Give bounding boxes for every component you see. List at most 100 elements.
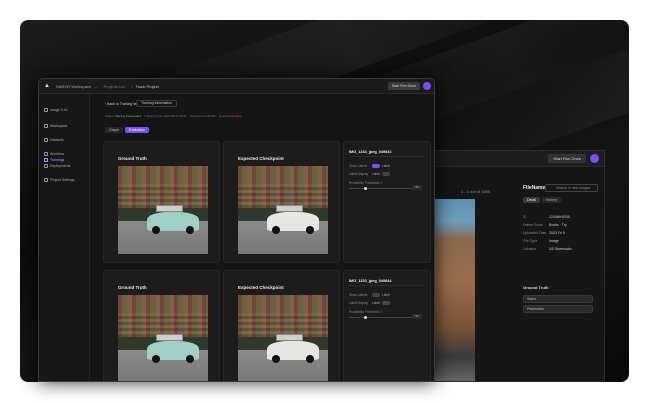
breadcrumb-current: Truck Project bbox=[135, 83, 159, 89]
avatar[interactable] bbox=[423, 82, 431, 90]
dataset-icon bbox=[44, 138, 48, 142]
ground-truth-image[interactable] bbox=[118, 295, 208, 381]
row-key: ID bbox=[523, 215, 527, 219]
ground-truth-card: Ground Truth bbox=[103, 141, 220, 263]
card-title: Expected Checkpoint bbox=[238, 285, 284, 290]
time-value: 2023-08-24 10:11 bbox=[163, 114, 187, 118]
file-detail-panel: FileName Search in new images Detail His… bbox=[523, 184, 601, 381]
row-key: Location bbox=[523, 247, 537, 251]
slider-handle[interactable] bbox=[364, 316, 367, 319]
sidebar-item-workflow[interactable]: Workflow bbox=[44, 152, 64, 156]
label-display-value: Label bbox=[372, 172, 380, 176]
row-key: File Type bbox=[523, 239, 538, 243]
main-window: ▲ HARVO Workspace ⌄ Projects List / Truc… bbox=[38, 78, 435, 382]
main-content: ‹ Back to Training list Training Informa… bbox=[91, 94, 434, 381]
show-labels-toggle[interactable] bbox=[372, 293, 380, 297]
threshold-slider[interactable] bbox=[349, 188, 414, 189]
search-input[interactable]: Search in new images bbox=[545, 184, 598, 192]
status-label: Status bbox=[105, 114, 114, 118]
image-icon bbox=[44, 108, 48, 112]
back-link[interactable]: ‹ Back to Training list bbox=[105, 102, 137, 106]
avatar[interactable] bbox=[590, 154, 599, 163]
acc-value: 85.8% bbox=[207, 114, 216, 118]
toggle-label: Label bbox=[382, 293, 390, 297]
checkpoint-image[interactable] bbox=[238, 166, 328, 254]
back-window: Start Run Once 1 - 1 out of 1000 FileNam… bbox=[412, 150, 605, 382]
view-toggle: Graph Evaluation bbox=[105, 127, 150, 133]
checkpoint-card: Expected Checkpoint bbox=[223, 270, 340, 381]
show-labels-label: Show Labels bbox=[349, 293, 368, 297]
label-display-toggle[interactable] bbox=[382, 172, 390, 176]
threshold-slider[interactable] bbox=[349, 317, 414, 318]
label-display-label: Label Display bbox=[349, 301, 369, 305]
detail-row: Location US Streetcabs bbox=[523, 245, 601, 253]
sidebar-item-workspace[interactable]: Workspace bbox=[44, 124, 67, 128]
logo-icon[interactable]: ▲ bbox=[44, 83, 50, 89]
chevron-down-icon[interactable]: ⌄ bbox=[94, 84, 97, 89]
sidebar-item-image[interactable]: Image 0.A1 bbox=[44, 108, 68, 112]
sidebar-item-datasets[interactable]: Datasets bbox=[44, 138, 64, 142]
checkpoint-image[interactable] bbox=[238, 295, 328, 381]
image-count: 1 - 1 out of 1000 bbox=[461, 189, 491, 194]
training-icon bbox=[44, 158, 48, 162]
file-name: IMG_1234_jpeg_049844 bbox=[349, 150, 392, 154]
sidebar-item-label: Deployments bbox=[50, 164, 71, 168]
row-value: Image bbox=[549, 239, 559, 243]
tab-detail[interactable]: Detail bbox=[523, 197, 540, 203]
sidebar-item-label: Workspace bbox=[50, 124, 68, 128]
sidebar-item-label: Image 0.A1 bbox=[50, 108, 68, 112]
threshold-value[interactable]: 50 bbox=[412, 185, 422, 190]
tab-evaluation[interactable]: Evaluation bbox=[124, 127, 150, 133]
row-value: 1234WHOS6 bbox=[549, 215, 570, 219]
training-info-button[interactable]: Training Information bbox=[136, 100, 177, 107]
acc-label: Training Acc bbox=[189, 114, 207, 118]
card-title: Ground Truth bbox=[118, 156, 147, 161]
detail-rows: ID 1234WHOS6 Frame Scale Books · Try Uploa… bbox=[523, 213, 601, 253]
status-value: Training Succeeded bbox=[114, 114, 141, 118]
threshold-value[interactable]: 50 bbox=[412, 314, 422, 319]
label-select[interactable]: Stairs bbox=[523, 295, 593, 303]
tab-graph[interactable]: Graph bbox=[105, 127, 123, 133]
breadcrumb-project[interactable]: Projects List bbox=[104, 84, 126, 89]
row-key: Uploaded Date bbox=[523, 231, 547, 235]
sidebar-item-label: Project Settings bbox=[50, 178, 75, 182]
toggle-label: Label bbox=[382, 164, 390, 168]
show-labels-label: Show Labels bbox=[349, 164, 368, 168]
card-title: Ground Truth bbox=[118, 285, 147, 290]
sidebar-item-trainings[interactable]: Trainings bbox=[44, 158, 64, 162]
row-value: US Streetcabs bbox=[549, 247, 572, 251]
back-window-topbar: Start Run Once bbox=[413, 151, 604, 167]
ground-truth-heading: Ground Truth bbox=[523, 285, 549, 290]
sidebar-item-settings[interactable]: Project Settings bbox=[44, 178, 75, 182]
training-meta: Status Training Succeeded Training Time … bbox=[105, 114, 242, 118]
slider-handle[interactable] bbox=[364, 187, 367, 190]
ground-truth-image[interactable] bbox=[118, 166, 208, 254]
breadcrumb-separator: / bbox=[131, 83, 133, 89]
label-display-toggle[interactable] bbox=[382, 301, 390, 305]
label-display-value: Label bbox=[372, 301, 380, 305]
detail-row: Frame Scale Books · Try bbox=[523, 221, 601, 229]
workspace-selector[interactable]: HARVO Workspace bbox=[56, 84, 91, 89]
show-labels-toggle[interactable] bbox=[372, 164, 380, 168]
sidebar: Image 0.A1 Workspace Datasets Workflow T… bbox=[39, 94, 90, 381]
sidebar-item-label: Workflow bbox=[50, 152, 65, 156]
sidebar-item-label: Trainings bbox=[50, 158, 65, 162]
threshold-label: Probability Threshold: 0 bbox=[349, 181, 383, 185]
sidebar-item-label: Datasets bbox=[50, 138, 64, 142]
row-key: Frame Scale bbox=[523, 223, 543, 227]
label-select[interactable]: Pedestrian bbox=[523, 305, 593, 313]
checkpoint-card: Expected Checkpoint bbox=[223, 141, 340, 263]
device-value: Running bbox=[230, 114, 242, 118]
deploy-icon bbox=[44, 164, 48, 168]
run-button[interactable]: Start Run Once bbox=[548, 154, 586, 163]
time-label: Training Time bbox=[144, 114, 163, 118]
detail-row: File Type Image bbox=[523, 237, 601, 245]
file-name: IMG_1233_jpeg_049844 bbox=[349, 279, 392, 283]
gear-icon bbox=[44, 178, 48, 182]
image-info-panel: IMG_1233_jpeg_049844 Show Labels Label L… bbox=[343, 270, 431, 381]
run-button[interactable]: Start Run Once bbox=[387, 82, 420, 90]
image-preview bbox=[433, 199, 475, 381]
tab-history[interactable]: History bbox=[541, 197, 561, 203]
sidebar-item-deployments[interactable]: Deployments bbox=[44, 164, 70, 168]
label-display-label: Label Display bbox=[349, 172, 369, 176]
